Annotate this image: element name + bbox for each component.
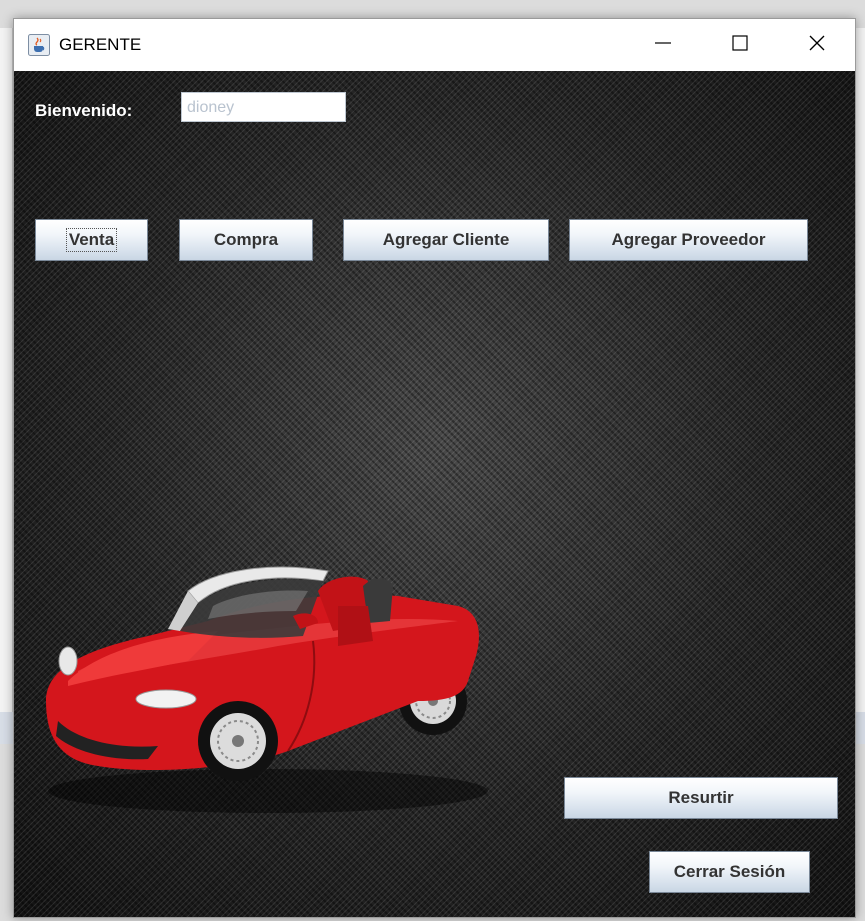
cerrar-sesion-button[interactable]: Cerrar Sesión	[649, 851, 810, 893]
agregar-proveedor-button-label: Agregar Proveedor	[611, 230, 766, 249]
red-convertible-car-image	[38, 551, 558, 821]
main-panel: Bienvenido: dioney Venta Compra Agregar …	[14, 71, 855, 917]
minimize-icon	[654, 34, 672, 57]
compra-button-label: Compra	[213, 230, 279, 249]
username-field[interactable]: dioney	[181, 92, 346, 122]
venta-button[interactable]: Venta	[35, 219, 148, 261]
maximize-button[interactable]	[701, 19, 778, 71]
close-icon	[808, 34, 826, 57]
agregar-cliente-button-label: Agregar Cliente	[382, 230, 510, 249]
background-right-strip	[855, 28, 865, 728]
welcome-label: Bienvenido:	[35, 101, 133, 120]
java-cup-icon	[28, 34, 50, 56]
agregar-proveedor-button[interactable]: Agregar Proveedor	[569, 219, 808, 261]
compra-button[interactable]: Compra	[179, 219, 313, 261]
maximize-icon	[731, 34, 749, 57]
window-title: GERENTE	[59, 35, 142, 54]
cerrar-sesion-button-label: Cerrar Sesión	[673, 862, 786, 881]
resurtir-button-label: Resurtir	[668, 788, 734, 807]
venta-button-label: Venta	[65, 228, 118, 252]
close-button[interactable]	[778, 19, 855, 71]
gerente-window: GERENTE Bienvenido: dioney Venta Compra …	[13, 18, 856, 918]
minimize-button[interactable]	[624, 19, 701, 71]
background-left-strip	[0, 28, 13, 728]
agregar-cliente-button[interactable]: Agregar Cliente	[343, 219, 549, 261]
title-bar[interactable]: GERENTE	[14, 19, 855, 71]
resurtir-button[interactable]: Resurtir	[564, 777, 838, 819]
window-controls	[624, 19, 855, 71]
